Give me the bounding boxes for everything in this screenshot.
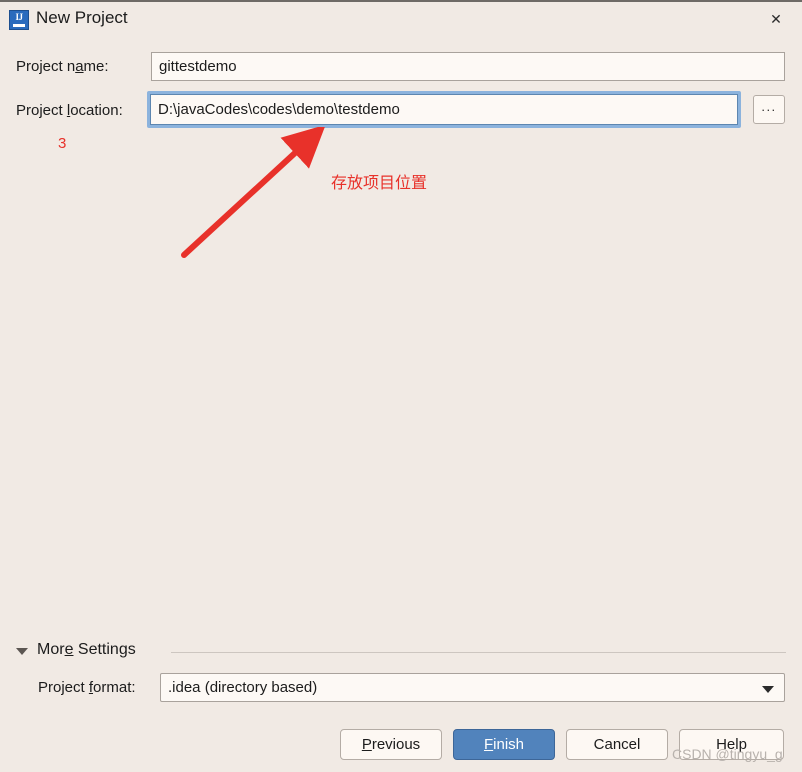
watermark-text: CSDN @tingyu_g <box>672 746 783 762</box>
more-settings-label[interactable]: More Settings <box>37 641 136 659</box>
more-settings-section: More Settings <box>16 641 786 663</box>
project-location-input-wrapper: D:\javaCodes\codes\demo\testdemo <box>147 91 741 128</box>
finish-button[interactable]: Finish <box>453 729 555 760</box>
project-location-label: Project location: <box>16 102 123 119</box>
project-name-label: Project name: <box>16 58 109 75</box>
previous-button[interactable]: Previous <box>340 729 442 760</box>
chevron-down-icon <box>762 686 774 693</box>
cancel-button[interactable]: Cancel <box>566 729 668 760</box>
new-project-dialog: IJ New Project ✕ Project name: gittestde… <box>0 0 802 772</box>
project-format-label: Project format: <box>38 679 136 696</box>
dialog-titlebar: IJ New Project ✕ <box>0 2 802 38</box>
browse-location-button[interactable]: ... <box>753 95 785 124</box>
annotation-arrow-icon <box>181 127 326 258</box>
project-location-input[interactable]: D:\javaCodes\codes\demo\testdemo <box>150 94 738 125</box>
section-divider <box>171 652 786 653</box>
dialog-title: New Project <box>36 8 128 27</box>
intellij-idea-icon: IJ <box>9 10 29 30</box>
annotation-callout-text: 存放项目位置 <box>331 173 428 192</box>
close-icon[interactable]: ✕ <box>754 4 798 34</box>
project-name-input[interactable]: gittestdemo <box>151 52 785 81</box>
project-format-select[interactable]: .idea (directory based) <box>160 673 785 702</box>
chevron-down-icon[interactable] <box>16 648 28 655</box>
project-format-value: .idea (directory based) <box>168 679 318 696</box>
annotation-step-number: 3 <box>58 135 67 152</box>
